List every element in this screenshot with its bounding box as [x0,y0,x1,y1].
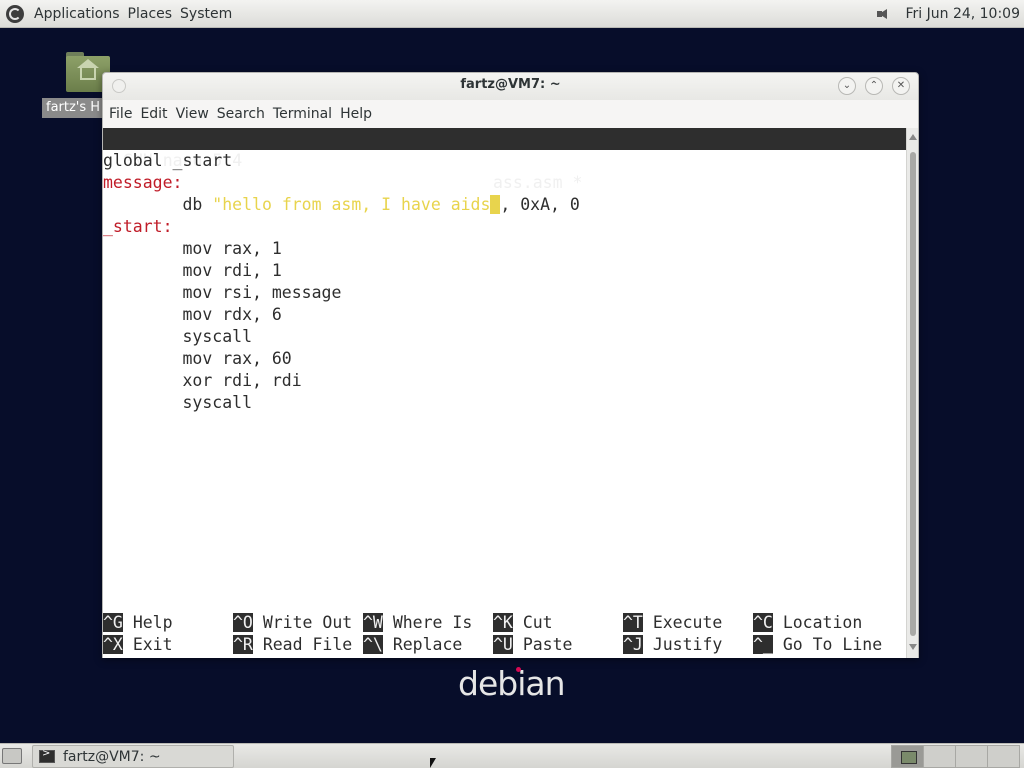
workspace-3[interactable] [955,745,988,768]
close-button[interactable]: ✕ [892,77,910,95]
code-line: mov rax, 60 [103,349,292,368]
bottom-panel: fartz@VM7: ~ [0,743,1024,768]
workspace-2[interactable] [923,745,956,768]
menu-file[interactable]: File [109,106,138,122]
nano-title-bar: GNU nano 5.4 ass.asm * [103,128,906,192]
code-line: mov rax, 1 [103,239,282,258]
shortcut-paste: ^U Paste [493,635,573,654]
panel-tray: Fri Jun 24, 10:09 [875,0,1024,27]
terminal-screen[interactable]: GNU nano 5.4 ass.asm * global _start mes… [103,128,906,658]
debian-logo: debian [458,664,566,703]
scroll-up-arrow-icon[interactable] [909,134,917,140]
workspace-1[interactable] [891,745,924,768]
code-line: xor rdi, rdi [103,371,302,390]
volume-icon[interactable] [875,4,897,24]
menu-edit[interactable]: Edit [140,106,173,122]
shortcut-read-file: ^R Read File [233,635,353,654]
mouse-pointer-icon [430,758,436,768]
scroll-down-arrow-icon[interactable] [909,644,917,650]
main-menu-logo-icon[interactable] [6,4,24,23]
terminal-menubar: File Edit View Search Terminal Help [103,100,918,127]
shortcut-location: ^C Location [753,613,863,632]
taskbar-terminal-button[interactable]: fartz@VM7: ~ [32,745,234,768]
shortcut-cut: ^K Cut [493,613,553,632]
menu-help[interactable]: Help [340,106,378,122]
shortcut-where-is: ^W Where Is [363,613,473,632]
places-menu[interactable]: Places [124,6,177,22]
code-line: mov rdx, 6 [103,305,282,324]
menu-view[interactable]: View [176,106,215,122]
shortcut-help: ^G Help [103,613,173,632]
code-line-label: _start: [103,217,173,236]
shortcut-justify: ^J Justify [623,635,723,654]
window-titlebar[interactable]: fartz@VM7: ~ ⌄ ⌃ ✕ [103,73,918,100]
clock[interactable]: Fri Jun 24, 10:09 [901,6,1024,22]
taskbar-terminal-label: fartz@VM7: ~ [63,748,161,765]
nano-filename: ass.asm * [493,173,583,192]
system-menu[interactable]: System [176,6,236,22]
window-title: fartz@VM7: ~ [460,77,561,92]
home-folder-label: fartz's H [42,98,104,118]
code-line: global _start [103,151,233,170]
workspace-4[interactable] [987,745,1020,768]
code-line: mov rdi, 1 [103,261,282,280]
shortcut-write-out: ^O Write Out [233,613,353,632]
debian-logo-dot [516,667,521,672]
top-panel: Applications Places System Fri Jun 24, 1… [0,0,1024,28]
code-line: mov rsi, message [103,283,342,302]
terminal-window[interactable]: fartz@VM7: ~ ⌄ ⌃ ✕ File Edit View Search… [102,72,919,658]
applications-menu[interactable]: Applications [30,6,124,22]
code-line-label: message: [103,173,183,192]
code-line: db "hello from asm, I have aids", 0xA, 0 [103,195,580,214]
code-line: syscall [103,393,253,412]
minimize-button[interactable]: ⌄ [838,77,856,95]
workspace-switcher [891,745,1020,768]
menu-search[interactable]: Search [217,106,271,122]
text-cursor: " [490,195,501,214]
maximize-button[interactable]: ⌃ [865,77,883,95]
code-line: syscall [103,327,253,346]
shortcut-exit: ^X Exit [103,635,173,654]
scrollbar-thumb[interactable] [910,152,916,636]
menu-terminal[interactable]: Terminal [273,106,338,122]
string-literal: "hello from asm, I have aids [212,195,491,214]
shortcut-go-to-line: ^_ Go To Line [753,635,883,654]
shortcut-execute: ^T Execute [623,613,723,632]
terminal-scrollbar[interactable] [906,128,918,658]
terminal-icon [39,748,55,763]
shortcut-replace: ^\ Replace [363,635,463,654]
show-desktop-icon[interactable] [2,748,22,764]
